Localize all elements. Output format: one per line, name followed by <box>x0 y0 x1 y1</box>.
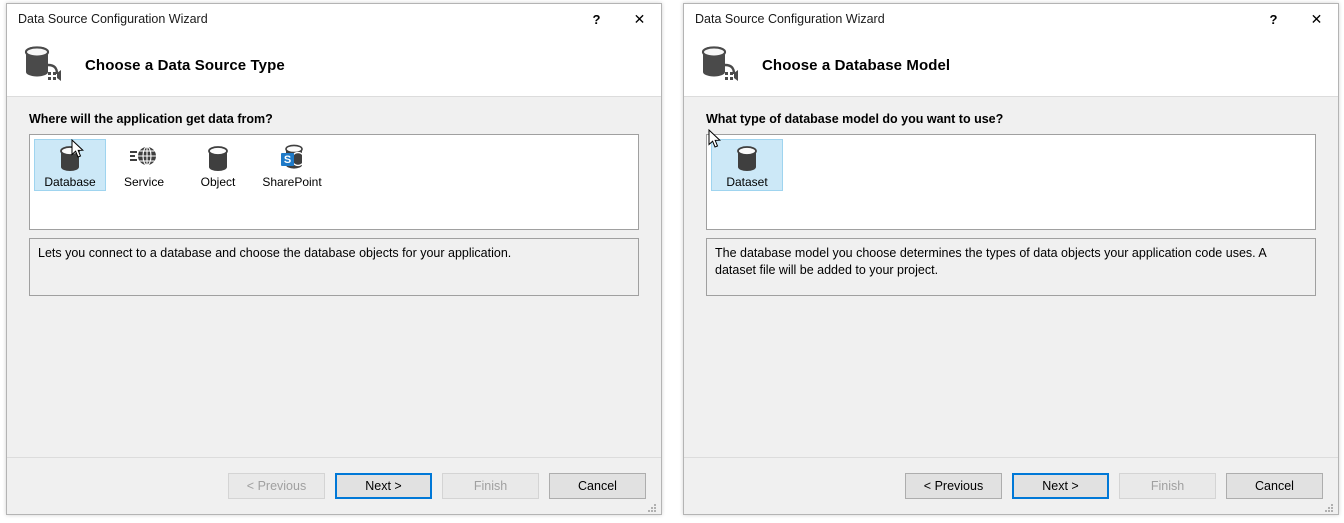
svg-text:S: S <box>284 154 291 166</box>
object-icon <box>202 144 234 174</box>
cancel-button[interactable]: Cancel <box>1226 473 1323 499</box>
page-title: Choose a Data Source Type <box>85 56 285 74</box>
finish-button[interactable]: Finish <box>1119 473 1216 499</box>
dialog-body: Where will the application get data from… <box>7 97 661 457</box>
database-model-list[interactable]: Dataset <box>706 134 1316 230</box>
previous-button[interactable]: < Previous <box>228 473 325 499</box>
dialog-database-model: Data Source Configuration Wizard ? ✕ Cho… <box>683 3 1339 515</box>
dialog-body: What type of database model do you want … <box>684 97 1338 457</box>
database-icon <box>54 144 86 174</box>
data-source-type-list[interactable]: Database Service Object S SharePoint <box>29 134 639 230</box>
close-button[interactable]: ✕ <box>1295 4 1338 34</box>
next-button[interactable]: Next > <box>335 473 432 499</box>
prompt-label: Where will the application get data from… <box>29 112 273 126</box>
service-icon <box>128 144 160 174</box>
tile-label: SharePoint <box>262 175 322 189</box>
help-button[interactable]: ? <box>575 4 618 34</box>
tile-label: Object <box>200 175 236 189</box>
tile-sharepoint[interactable]: S SharePoint <box>256 139 328 191</box>
tile-label: Database <box>44 175 96 189</box>
titlebar: Data Source Configuration Wizard ? ✕ <box>7 4 661 34</box>
resize-grip-icon[interactable] <box>646 500 657 512</box>
description-panel: The database model you choose determines… <box>706 238 1316 296</box>
finish-button[interactable]: Finish <box>442 473 539 499</box>
tile-service[interactable]: Service <box>108 139 180 191</box>
window-title: Data Source Configuration Wizard <box>695 12 885 26</box>
page-title: Choose a Database Model <box>762 56 951 74</box>
dialog-footer: < Previous Next > Finish Cancel <box>684 457 1338 514</box>
window-title: Data Source Configuration Wizard <box>18 12 208 26</box>
dialog-data-source-type: Data Source Configuration Wizard ? ✕ Cho… <box>6 3 662 515</box>
previous-button[interactable]: < Previous <box>905 473 1002 499</box>
resize-grip-icon[interactable] <box>1323 500 1334 512</box>
tile-label: Dataset <box>726 175 768 189</box>
tile-label: Service <box>123 175 164 189</box>
dialog-header: Choose a Data Source Type <box>7 34 661 97</box>
close-button[interactable]: ✕ <box>618 4 661 34</box>
cancel-button[interactable]: Cancel <box>549 473 646 499</box>
titlebar-buttons: ? ✕ <box>575 4 661 34</box>
next-button[interactable]: Next > <box>1012 473 1109 499</box>
sharepoint-icon: S <box>276 144 308 174</box>
titlebar: Data Source Configuration Wizard ? ✕ <box>684 4 1338 34</box>
tile-object[interactable]: Object <box>182 139 254 191</box>
screenshot-root: Data Source Configuration Wizard ? ✕ Cho… <box>0 0 1344 523</box>
tile-dataset[interactable]: Dataset <box>711 139 783 191</box>
tile-database[interactable]: Database <box>34 139 106 191</box>
prompt-label: What type of database model do you want … <box>706 112 1004 126</box>
dialog-footer: < Previous Next > Finish Cancel <box>7 457 661 514</box>
help-button[interactable]: ? <box>1252 4 1295 34</box>
database-connection-icon <box>698 43 744 87</box>
dialog-header: Choose a Database Model <box>684 34 1338 97</box>
titlebar-buttons: ? ✕ <box>1252 4 1338 34</box>
database-icon <box>731 144 763 174</box>
database-connection-icon <box>21 43 67 87</box>
description-panel: Lets you connect to a database and choos… <box>29 238 639 296</box>
